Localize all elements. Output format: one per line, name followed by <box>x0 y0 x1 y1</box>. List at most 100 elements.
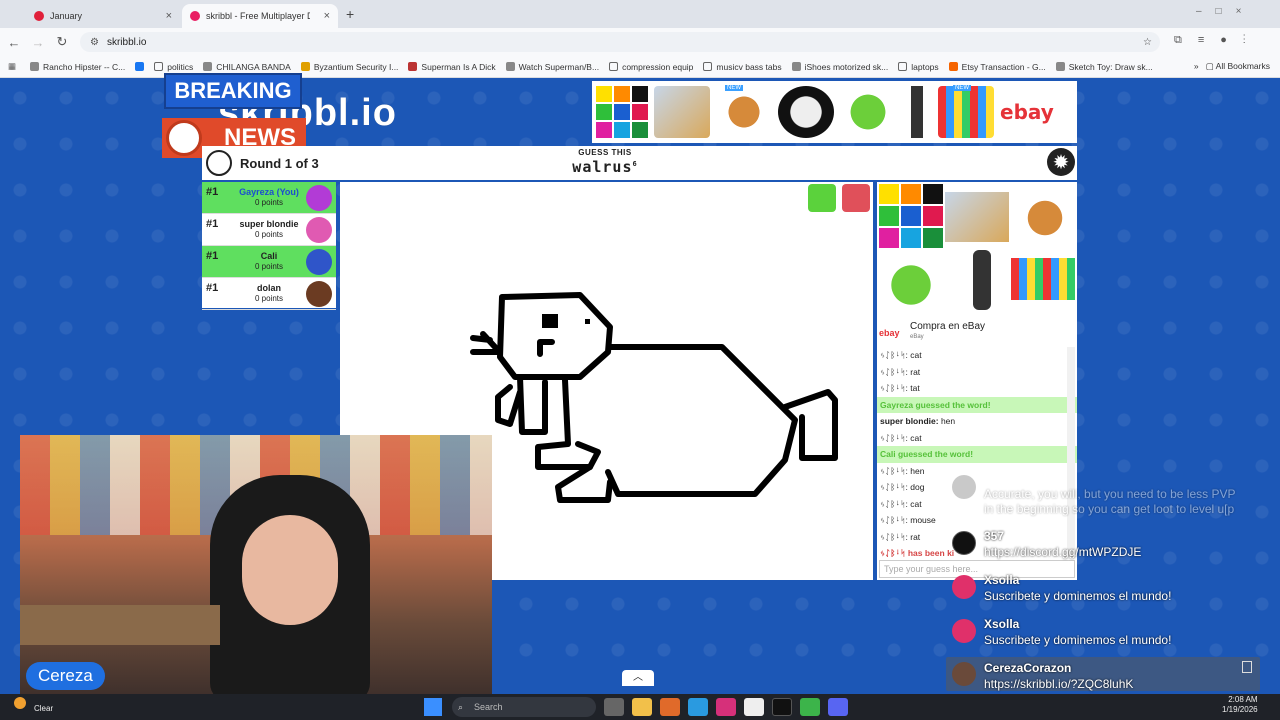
bookmark-item[interactable]: Rancho Hipster -- C... <box>30 62 125 72</box>
task-view-icon[interactable] <box>604 698 624 716</box>
stream-chat-message: Accurate, you will, but you need to be l… <box>952 475 1252 516</box>
chat-text: dog <box>910 482 925 492</box>
x-icon[interactable] <box>772 698 792 716</box>
taskbar-apps <box>604 698 856 716</box>
chat-message: ᛃᛇᛒᛍᛋ: tat <box>877 380 1077 397</box>
chat-user: ᛃᛇᛒᛍᛋ: <box>880 498 908 509</box>
bookmark-folder[interactable]: compression equip <box>609 62 693 72</box>
edge-icon[interactable] <box>688 698 708 716</box>
chat-scrollbar[interactable] <box>1067 347 1075 557</box>
amazon-icon[interactable] <box>744 698 764 716</box>
taskbar-search[interactable]: ⌕ Search <box>452 697 596 717</box>
player-avatar <box>306 249 332 275</box>
player-points: 0 points <box>254 262 284 271</box>
new-badge: NEW <box>953 85 971 91</box>
app-icon[interactable] <box>660 698 680 716</box>
avatar <box>952 531 976 555</box>
chat-user: ᛃᛇᛒᛍᛋ: <box>880 432 908 443</box>
mic-ad-image <box>973 250 991 310</box>
lens-ad-image <box>778 86 834 138</box>
mic-ad-image <box>902 86 932 138</box>
weather-text[interactable]: Clear <box>34 704 53 713</box>
player-name: dolan <box>257 283 281 293</box>
system-clock[interactable]: 2:08 AM 1/19/2026 <box>1222 695 1258 715</box>
scroll-up-icon[interactable]: ︿ <box>622 670 654 686</box>
thumbs-down-icon[interactable] <box>842 184 870 212</box>
chat-user: ᛃᛇᛒᛍᛋ: <box>880 482 908 492</box>
palette-ad-image <box>596 86 648 138</box>
avatar <box>952 619 976 643</box>
all-bookmarks[interactable]: » ▢ All Bookmarks <box>1194 61 1270 72</box>
tab-title: January <box>50 11 83 21</box>
ebay-logo: ebay <box>879 328 900 338</box>
chat-text: hen <box>910 465 925 476</box>
apps-icon[interactable]: ▦ <box>8 61 16 72</box>
skribbl-icon <box>190 11 200 21</box>
url-text: skribbl.io <box>106 36 147 48</box>
bookmark-star-icon[interactable]: ☆ <box>1143 37 1152 48</box>
address-bar[interactable]: ⚙ skribbl.io ☆ <box>80 32 1160 52</box>
folder-icon <box>154 62 164 71</box>
player-points: 0 points <box>254 294 284 303</box>
ebay-logo: ebay <box>1000 100 1054 124</box>
player-points: 0 points <box>254 198 284 207</box>
file-explorer-icon[interactable] <box>632 698 652 716</box>
chat-message: Cali guessed the word! <box>877 446 1077 463</box>
chat-user: ᛃᛇᛒᛍᛋ: <box>880 531 908 542</box>
youtube-icon <box>34 11 44 21</box>
chat-message: ᛃᛇᛒᛍᛋ: cat <box>877 430 1077 447</box>
window-controls[interactable]: –□× <box>1196 6 1255 17</box>
bookmark-folder[interactable]: musicv bass tabs <box>703 62 782 72</box>
player-row[interactable]: #1 dolan 0 points <box>202 278 336 310</box>
bookmark-item[interactable]: Sketch Toy: Draw sk... <box>1055 62 1153 72</box>
player-row[interactable]: #1 Gayreza (You) 0 points <box>202 182 336 214</box>
top-ad-banner[interactable]: ebay <box>592 81 1077 143</box>
bookmark-folder[interactable]: politics <box>154 62 193 72</box>
toy-ad-image <box>654 86 710 138</box>
chat-text: Gayreza guessed the word! <box>880 399 991 410</box>
chat-text: Cali guessed the word! <box>880 449 974 459</box>
globe-icon <box>791 62 801 71</box>
facebook-icon <box>135 62 145 71</box>
player-name: super blondie <box>239 219 299 229</box>
discord-icon[interactable] <box>828 698 848 716</box>
close-tab-icon[interactable]: × <box>324 10 330 22</box>
chat-text: hen <box>940 416 956 426</box>
person-face <box>242 515 338 625</box>
instagram-icon[interactable] <box>716 698 736 716</box>
stream-chat-message: Xsolla Suscribete y dominemos el mundo! <box>952 617 1252 651</box>
globe-icon <box>203 62 213 71</box>
extensions-area[interactable]: ⧉≡●⋮ <box>1174 34 1274 50</box>
bookmark-item[interactable]: Watch Superman/B... <box>505 62 599 72</box>
tab-skribbl[interactable]: skribbl - Free Multiplayer D × <box>182 4 338 28</box>
forward-icon[interactable]: → <box>26 35 50 50</box>
bookmark-item[interactable] <box>135 62 145 71</box>
bookmark-item[interactable]: Etsy Transaction - G... <box>948 62 1046 72</box>
bookmark-folder[interactable]: laptops <box>898 62 939 72</box>
chat-text: cat <box>910 350 922 360</box>
site-info-icon[interactable]: ⚙ <box>90 37 99 48</box>
ad-caption-sub: eBay <box>910 334 924 340</box>
chrome-icon[interactable] <box>800 698 820 716</box>
back-icon[interactable]: ← <box>2 35 26 50</box>
new-tab-button[interactable]: + <box>346 6 354 22</box>
paint-ad-image <box>938 86 994 138</box>
close-tab-icon[interactable]: × <box>166 10 172 22</box>
bookmark-item[interactable]: CHILANGA BANDA <box>203 62 291 72</box>
player-row[interactable]: #1 super blondie 0 points <box>202 214 336 246</box>
figure-ad-image <box>1017 186 1073 250</box>
start-icon[interactable] <box>424 698 442 716</box>
reload-icon[interactable]: ↻ <box>50 34 74 50</box>
tab-january[interactable]: January × <box>26 4 180 28</box>
thumbs-up-icon[interactable] <box>808 184 836 212</box>
bookmark-item[interactable]: Byzantium Security I... <box>300 62 398 72</box>
settings-gear-icon[interactable]: ✹ <box>1047 148 1075 176</box>
bookmark-item[interactable]: iShoes motorized sk... <box>791 62 888 72</box>
ad-caption[interactable]: Compra en eBay <box>910 321 985 332</box>
chat-text: cat <box>910 432 922 443</box>
bookmark-item[interactable]: Superman Is A Dick <box>408 62 496 72</box>
player-row[interactable]: #1 Cali 0 points <box>202 246 336 278</box>
paint-ad-image <box>1011 258 1075 300</box>
etsy-icon <box>948 62 958 71</box>
chat-message: ᛃᛇᛒᛍᛋ: rat <box>877 364 1077 381</box>
